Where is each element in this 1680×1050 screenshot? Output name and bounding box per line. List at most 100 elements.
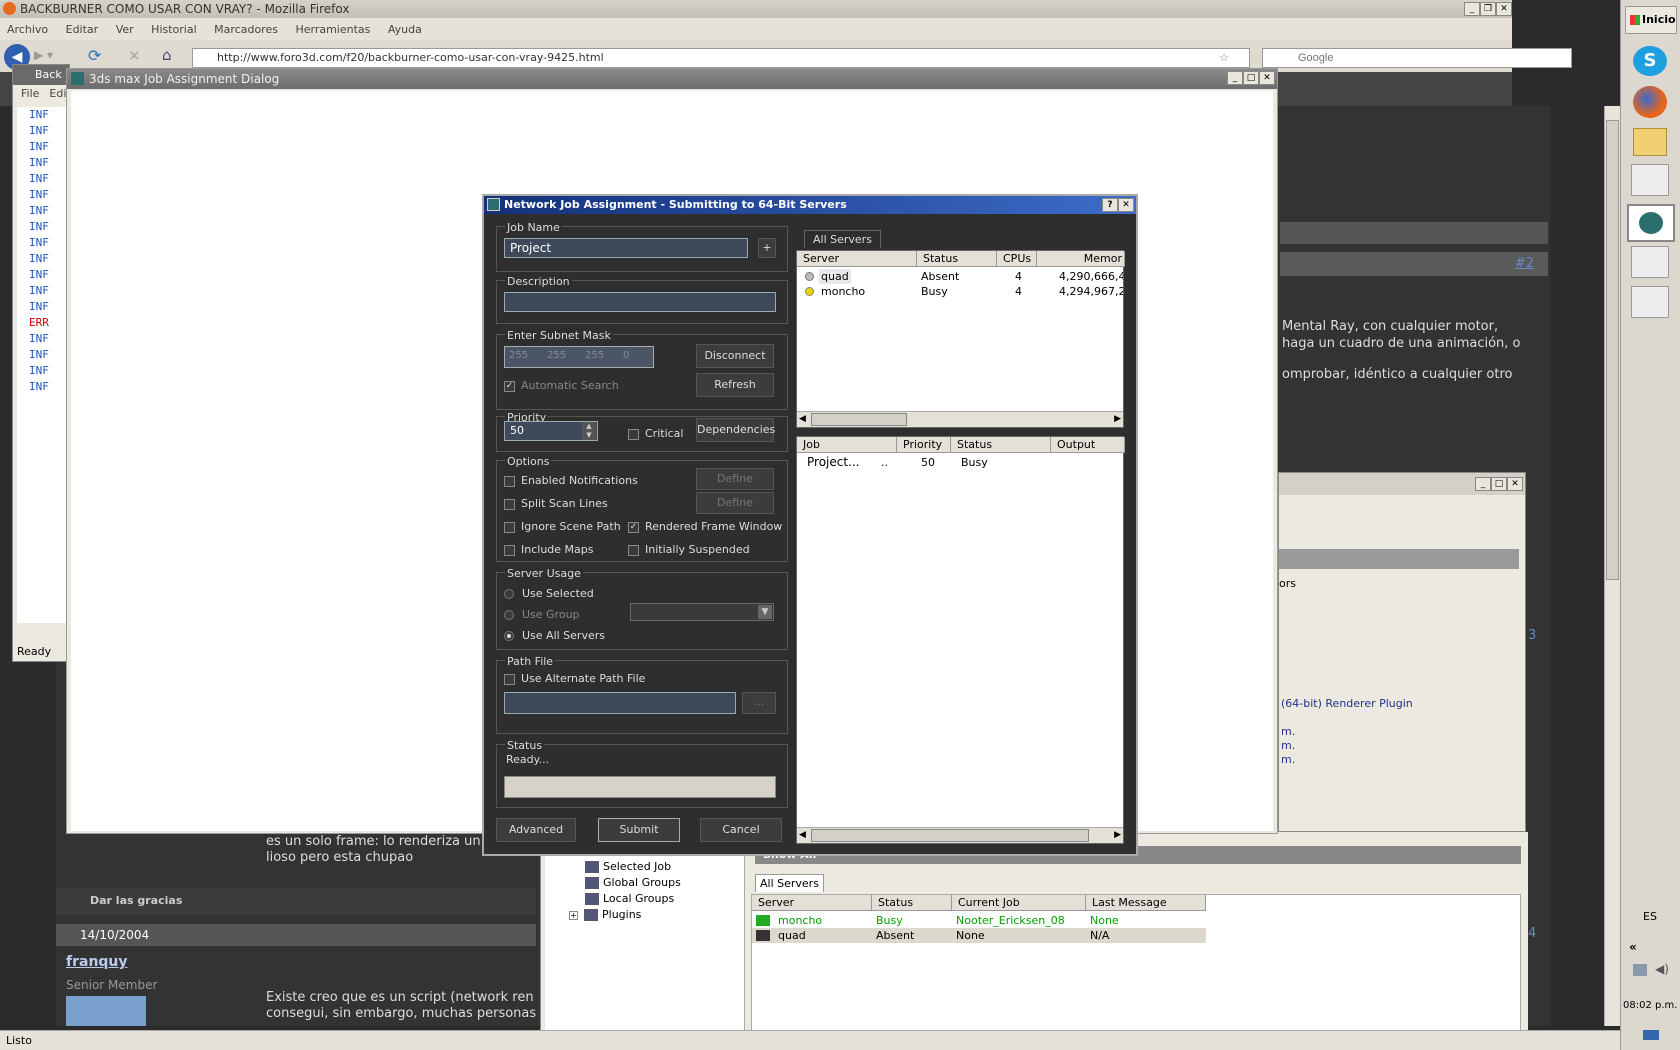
minimize-button[interactable]: _	[1464, 2, 1480, 16]
column-header[interactable]: CPUs	[997, 251, 1037, 267]
subnet-octet[interactable]: 0	[623, 350, 629, 361]
menu-file[interactable]: File	[21, 87, 39, 100]
tree-item[interactable]: Global Groups	[585, 876, 681, 889]
use-alt-path-checkbox[interactable]: Use Alternate Path File	[504, 672, 645, 685]
post-number-4[interactable]: 4	[1528, 926, 1536, 941]
scroll-left-icon[interactable]: ◀	[799, 830, 806, 840]
column-header[interactable]: Last Message	[1086, 895, 1206, 911]
manager-icon[interactable]	[1631, 286, 1669, 318]
path-file-input[interactable]	[504, 692, 736, 714]
maximize-button[interactable]: □	[1243, 71, 1259, 85]
close-button[interactable]: ✕	[1496, 2, 1512, 16]
close-button[interactable]: ✕	[1507, 477, 1523, 491]
priority-spinner[interactable]: ▲ ▼	[582, 422, 596, 440]
scroll-thumb[interactable]	[811, 413, 907, 426]
subnet-octet[interactable]: 255	[509, 350, 528, 361]
minimize-button[interactable]: _	[1227, 71, 1243, 85]
checkbox-box[interactable]	[504, 475, 515, 487]
group-dropdown[interactable]: ▼	[630, 603, 774, 621]
use-group-radio[interactable]: Use Group	[504, 608, 580, 621]
split-scan-checkbox[interactable]: Split Scan Lines	[504, 497, 608, 510]
start-button[interactable]: Inicio	[1625, 6, 1677, 34]
menu-historial[interactable]: Historial	[151, 23, 196, 36]
subnet-octet[interactable]: 255	[585, 350, 604, 361]
critical-checkbox[interactable]: Critical	[628, 427, 683, 440]
submit-button[interactable]: Submit	[598, 818, 680, 842]
thanks-link[interactable]: Dar las gracias	[90, 894, 182, 907]
menu-ver[interactable]: Ver	[116, 23, 134, 36]
backburner-taskbar-icon[interactable]	[1627, 204, 1675, 242]
tray-expand[interactable]: «	[1629, 940, 1637, 954]
folder-icon[interactable]	[1633, 128, 1667, 156]
scroll-left-icon[interactable]: ◀	[799, 414, 806, 424]
job-name-input[interactable]: Project	[504, 238, 748, 258]
enabled-notifications-checkbox[interactable]: Enabled Notifications	[504, 474, 638, 487]
add-job-name-button[interactable]: +	[758, 238, 776, 258]
column-header[interactable]: Current Job	[952, 895, 1086, 911]
maximize-button[interactable]: □	[1491, 477, 1507, 491]
include-maps-checkbox[interactable]: Include Maps	[504, 543, 593, 556]
skype-icon[interactable]: S	[1633, 46, 1667, 76]
stop-icon[interactable]: ✕	[128, 47, 141, 65]
clock[interactable]: 08:02 p.m.	[1623, 1000, 1677, 1011]
expand-icon[interactable]: +	[569, 911, 578, 920]
checkbox-box[interactable]	[628, 544, 639, 556]
menu-archivo[interactable]: Archivo	[7, 23, 48, 36]
dependencies-button[interactable]: Dependencies	[696, 418, 775, 442]
scroll-thumb[interactable]	[1606, 120, 1619, 580]
show-desktop-icon[interactable]	[1643, 1030, 1659, 1040]
table-row[interactable]: moncho Busy Nooter_Ericksen_08 None	[752, 913, 1206, 928]
auto-search-checkbox[interactable]: ✓ Automatic Search	[504, 379, 619, 392]
checkbox-box[interactable]: ✓	[504, 380, 515, 392]
table-row[interactable]: quad Absent 4 4,290,666,49	[797, 269, 1123, 284]
reload-icon[interactable]: ⟳	[88, 46, 101, 65]
horizontal-scrollbar[interactable]: ◀ ▶	[797, 827, 1123, 843]
search-input[interactable]	[1298, 50, 1548, 66]
initially-suspended-checkbox[interactable]: Initially Suspended	[628, 543, 750, 556]
table-row[interactable]: quad Absent None N/A	[752, 928, 1206, 943]
restore-button[interactable]: ❐	[1480, 2, 1496, 16]
firefox-taskbar-icon[interactable]	[1633, 86, 1667, 118]
rendered-frame-checkbox[interactable]: ✓ Rendered Frame Window	[628, 520, 782, 533]
chevron-down-icon[interactable]: ▼	[758, 605, 772, 619]
menu-herramientas[interactable]: Herramientas	[295, 23, 370, 36]
define-button[interactable]: Define	[696, 492, 774, 514]
tree-item[interactable]: Local Groups	[585, 892, 674, 905]
refresh-button[interactable]: Refresh	[696, 373, 774, 397]
checkbox-box[interactable]	[504, 544, 515, 556]
help-button[interactable]: ?	[1102, 198, 1118, 212]
table-row[interactable]: Project... .. 50 Busy	[797, 455, 1123, 470]
close-button[interactable]: ✕	[1118, 198, 1134, 212]
home-icon[interactable]: ⌂	[162, 46, 172, 64]
post-number-link[interactable]: #2	[1515, 256, 1534, 271]
page-scrollbar[interactable]	[1604, 106, 1620, 1026]
tab-all-servers[interactable]: All Servers	[755, 874, 824, 892]
tree-item[interactable]: + Plugins	[569, 908, 641, 921]
description-input[interactable]	[504, 292, 776, 312]
column-header[interactable]: Status	[951, 437, 1051, 453]
checkbox-box[interactable]	[504, 498, 515, 510]
app-3d-icon[interactable]	[1631, 164, 1669, 196]
scroll-thumb[interactable]	[811, 829, 1089, 842]
checkbox-box[interactable]	[628, 428, 639, 440]
close-button[interactable]: ✕	[1259, 71, 1275, 85]
table-row[interactable]: moncho Busy 4 4,294,967,29	[797, 284, 1123, 299]
column-header[interactable]: Server	[752, 895, 872, 911]
column-header[interactable]: Priority	[897, 437, 951, 453]
ignore-scene-checkbox[interactable]: Ignore Scene Path	[504, 520, 621, 533]
cancel-button[interactable]: Cancel	[700, 818, 782, 842]
disconnect-button[interactable]: Disconnect	[696, 344, 774, 368]
radio-button[interactable]	[504, 589, 514, 599]
menu-ayuda[interactable]: Ayuda	[388, 23, 422, 36]
post-number-3[interactable]: 3	[1528, 628, 1536, 643]
radio-button[interactable]	[504, 631, 514, 641]
horizontal-scrollbar[interactable]: ◀ ▶	[797, 411, 1123, 427]
menu-editar[interactable]: Editar	[66, 23, 99, 36]
define-button[interactable]: Define	[696, 468, 774, 490]
bookmark-star-icon[interactable]: ☆	[1219, 49, 1229, 67]
queue-monitor-icon[interactable]	[1631, 246, 1669, 278]
use-all-radio[interactable]: Use All Servers	[504, 629, 605, 642]
checkbox-box[interactable]: ✓	[628, 521, 639, 533]
subnet-input[interactable]: 255 255 255 0	[504, 346, 654, 368]
column-header[interactable]: Job	[797, 437, 897, 453]
